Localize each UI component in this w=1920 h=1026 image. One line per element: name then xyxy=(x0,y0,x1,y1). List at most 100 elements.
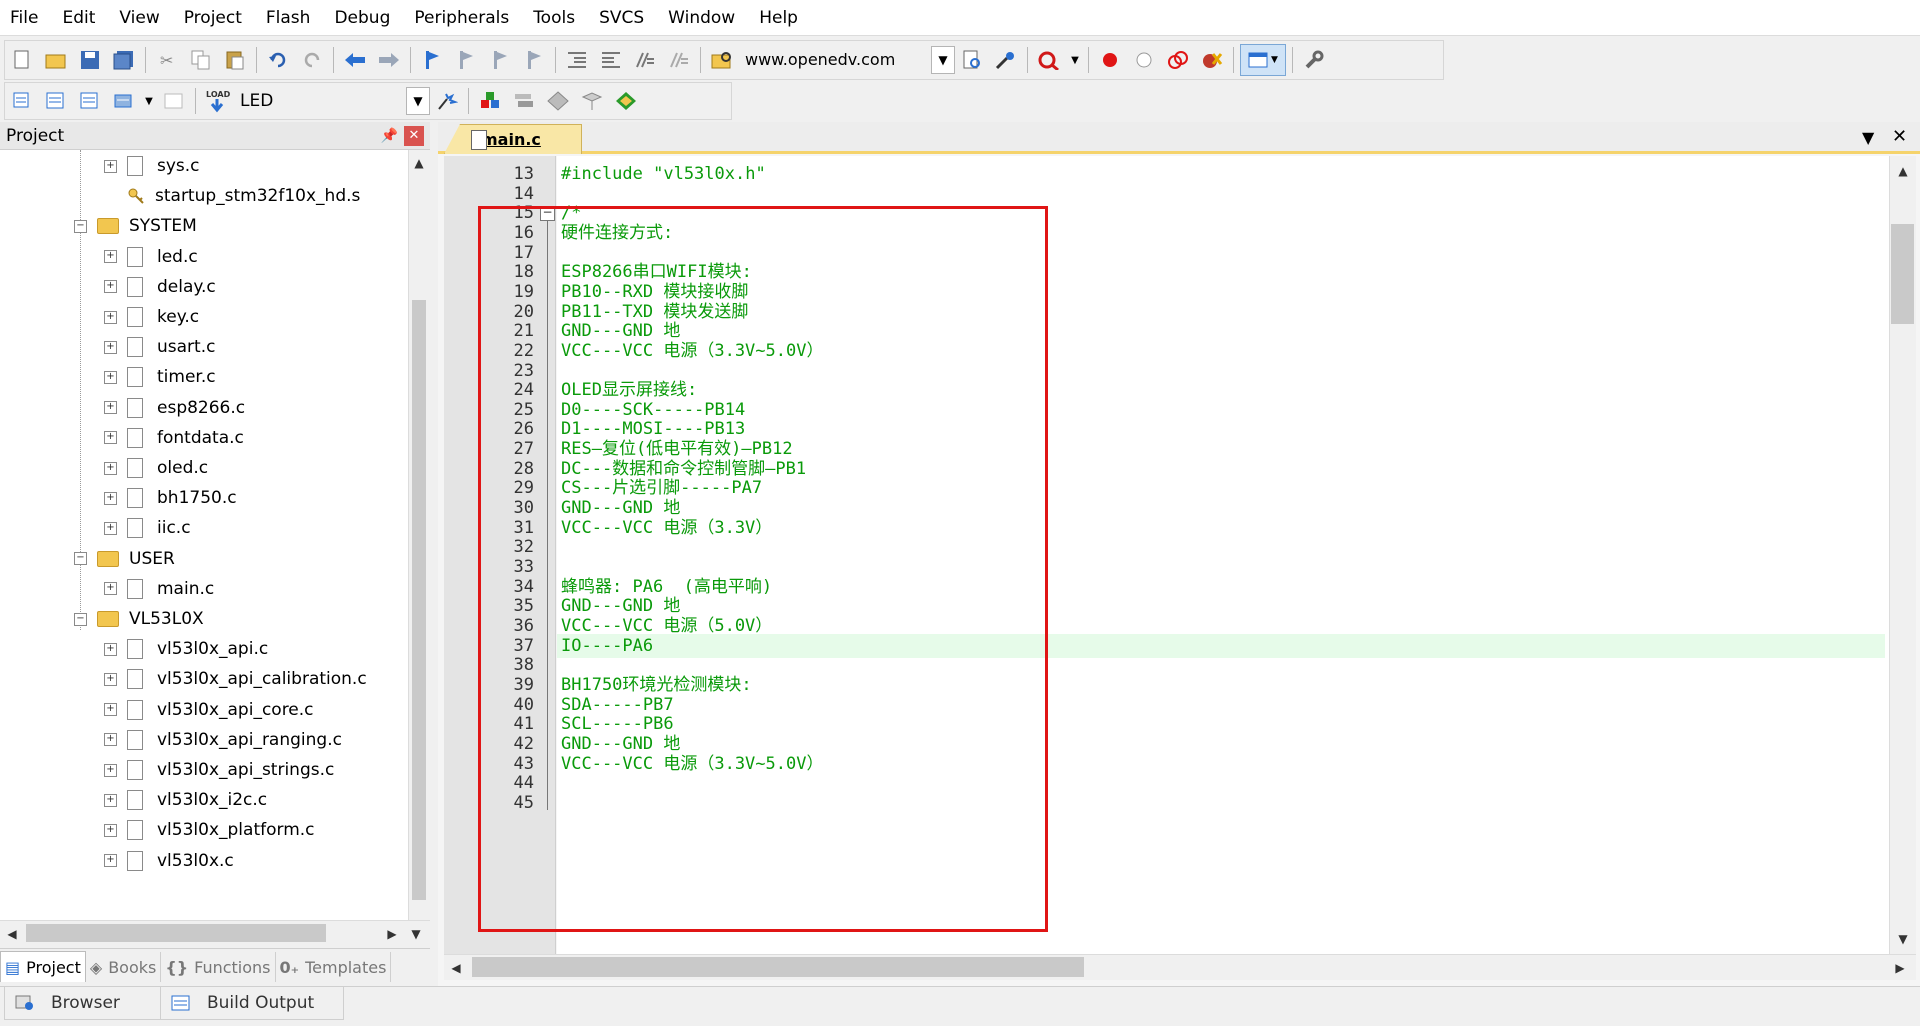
window-layout-icon[interactable]: ▼ xyxy=(1240,44,1286,76)
batch-build-chevron-down-icon[interactable]: ▼ xyxy=(143,86,155,116)
target-select[interactable]: LED ▼ xyxy=(234,86,430,116)
tab-main-c[interactable]: main.c xyxy=(444,124,582,154)
expand-icon[interactable]: + xyxy=(104,642,117,656)
tree-item-file[interactable]: + sys.c xyxy=(104,151,200,181)
translate-icon[interactable] xyxy=(7,86,37,116)
scroll-up-icon[interactable]: ▲ xyxy=(409,152,429,174)
rebuild-icon[interactable] xyxy=(75,86,105,116)
manage-project-items-icon[interactable] xyxy=(475,86,505,116)
expand-icon[interactable]: + xyxy=(104,672,117,686)
tree-item-file[interactable]: + vl53l0x.c xyxy=(104,846,234,876)
save-all-icon[interactable] xyxy=(109,45,139,75)
tab-functions[interactable]: {} Functions xyxy=(161,952,276,982)
tree-item-file[interactable]: + esp8266.c xyxy=(104,393,245,423)
close-tab-icon[interactable]: ✕ xyxy=(1892,126,1907,147)
scrollbar-thumb[interactable] xyxy=(412,300,426,900)
tree-item-file[interactable]: + key.c xyxy=(104,302,199,332)
menu-tools[interactable]: Tools xyxy=(521,0,587,36)
tree-item-file[interactable]: + vl53l0x_api.c xyxy=(104,634,268,664)
tree-item-file[interactable]: + main.c xyxy=(104,574,214,604)
expand-icon[interactable]: + xyxy=(104,310,117,324)
indent-icon[interactable] xyxy=(562,45,592,75)
expand-icon[interactable]: + xyxy=(104,159,117,173)
scroll-left-icon[interactable]: ◀ xyxy=(446,957,466,979)
tree-item-file[interactable]: + vl53l0x_api_strings.c xyxy=(104,755,334,785)
tab-project[interactable]: ▤ Project xyxy=(0,951,86,982)
tree-item-file[interactable]: + delay.c xyxy=(104,272,216,302)
pack-installer-icon[interactable] xyxy=(543,86,573,116)
scroll-up-icon[interactable]: ▲ xyxy=(1893,160,1913,182)
menu-project[interactable]: Project xyxy=(172,0,254,36)
tree-item-file[interactable]: + vl53l0x_api_calibration.c xyxy=(104,664,367,694)
select-packs-icon[interactable] xyxy=(509,86,539,116)
cut-icon[interactable]: ✂ xyxy=(152,45,182,75)
collapse-icon[interactable]: − xyxy=(74,552,87,566)
project-horizontal-scrollbar[interactable]: ◀ ▶ ▼ xyxy=(0,920,430,946)
expand-icon[interactable]: + xyxy=(104,763,117,777)
incremental-find-icon[interactable] xyxy=(957,45,987,75)
expand-icon[interactable]: + xyxy=(104,370,117,384)
expand-icon[interactable]: + xyxy=(104,823,117,837)
insert-breakpoint-icon[interactable] xyxy=(1095,45,1125,75)
kill-all-breakpoints-icon[interactable] xyxy=(1197,45,1227,75)
expand-icon[interactable]: + xyxy=(104,854,117,868)
close-icon[interactable]: ✕ xyxy=(404,125,424,146)
tree-item-folder[interactable]: − VL53L0X xyxy=(74,604,204,634)
undo-icon[interactable] xyxy=(263,45,293,75)
scrollbar-thumb[interactable] xyxy=(26,924,326,942)
bookmark-prev-icon[interactable] xyxy=(451,45,481,75)
menu-view[interactable]: View xyxy=(107,0,171,36)
expand-icon[interactable]: + xyxy=(104,280,117,294)
scroll-left-icon[interactable]: ◀ xyxy=(2,923,22,945)
save-icon[interactable] xyxy=(75,45,105,75)
expand-icon[interactable]: + xyxy=(104,733,117,747)
tree-item-file[interactable]: + usart.c xyxy=(104,332,215,362)
menu-edit[interactable]: Edit xyxy=(50,0,107,36)
disable-all-breakpoints-icon[interactable] xyxy=(1163,45,1193,75)
navigate-back-icon[interactable] xyxy=(340,45,370,75)
scrollbar-thumb[interactable] xyxy=(472,957,1084,977)
tab-books[interactable]: ◈ Books xyxy=(86,952,162,982)
tab-browser[interactable]: Browser xyxy=(4,987,166,1020)
menu-svcs[interactable]: SVCS xyxy=(587,0,656,36)
unindent-icon[interactable] xyxy=(596,45,626,75)
software-packs-icon[interactable] xyxy=(577,86,607,116)
tree-item-file[interactable]: + oled.c xyxy=(104,453,208,483)
tree-item-file[interactable]: + vl53l0x_i2c.c xyxy=(104,785,267,815)
bookmark-next-icon[interactable] xyxy=(485,45,515,75)
configuration-wrench-icon[interactable] xyxy=(1299,45,1329,75)
navigate-forward-icon[interactable] xyxy=(374,45,404,75)
tree-item-file[interactable]: + led.c xyxy=(104,242,198,272)
tree-item-file[interactable]: + timer.c xyxy=(104,362,216,392)
batch-build-icon[interactable] xyxy=(109,86,139,116)
expand-icon[interactable]: + xyxy=(104,521,117,535)
copy-icon[interactable] xyxy=(186,45,216,75)
debug-settings-icon[interactable] xyxy=(991,45,1021,75)
tab-templates[interactable]: 0₊ Templates xyxy=(276,952,392,982)
enable-breakpoint-icon[interactable] xyxy=(1129,45,1159,75)
project-vertical-scrollbar[interactable]: ▲ xyxy=(408,150,430,920)
stop-build-icon[interactable] xyxy=(159,86,189,116)
tree-item-startup[interactable]: startup_stm32f10x_hd.s xyxy=(104,181,360,211)
start-debug-icon[interactable] xyxy=(1034,45,1064,75)
menu-help[interactable]: Help xyxy=(747,0,810,36)
tree-item-file[interactable]: + vl53l0x_api_core.c xyxy=(104,695,314,725)
paste-icon[interactable] xyxy=(220,45,250,75)
find-combo[interactable]: www.openedv.com ▼ xyxy=(739,46,955,74)
chevron-down-icon[interactable]: ▼ xyxy=(931,46,955,74)
tree-item-file[interactable]: + bh1750.c xyxy=(104,483,237,513)
pin-icon[interactable]: 📌 xyxy=(381,128,398,144)
menu-flash[interactable]: Flash xyxy=(254,0,323,36)
expand-icon[interactable]: + xyxy=(104,491,117,505)
expand-icon[interactable]: + xyxy=(104,703,117,717)
tree-item-file[interactable]: + fontdata.c xyxy=(104,423,244,453)
tree-item-file[interactable]: + vl53l0x_platform.c xyxy=(104,815,315,845)
tree-item-folder[interactable]: − USER xyxy=(74,544,175,574)
expand-icon[interactable]: + xyxy=(104,793,117,807)
menu-peripherals[interactable]: Peripherals xyxy=(402,0,521,36)
scroll-right-icon[interactable]: ▶ xyxy=(1890,957,1910,979)
collapse-icon[interactable]: − xyxy=(74,612,87,626)
tab-list-chevron-down-icon[interactable]: ▼ xyxy=(1862,128,1874,147)
redo-icon[interactable] xyxy=(297,45,327,75)
chevron-down-icon[interactable]: ▼ xyxy=(406,87,430,115)
